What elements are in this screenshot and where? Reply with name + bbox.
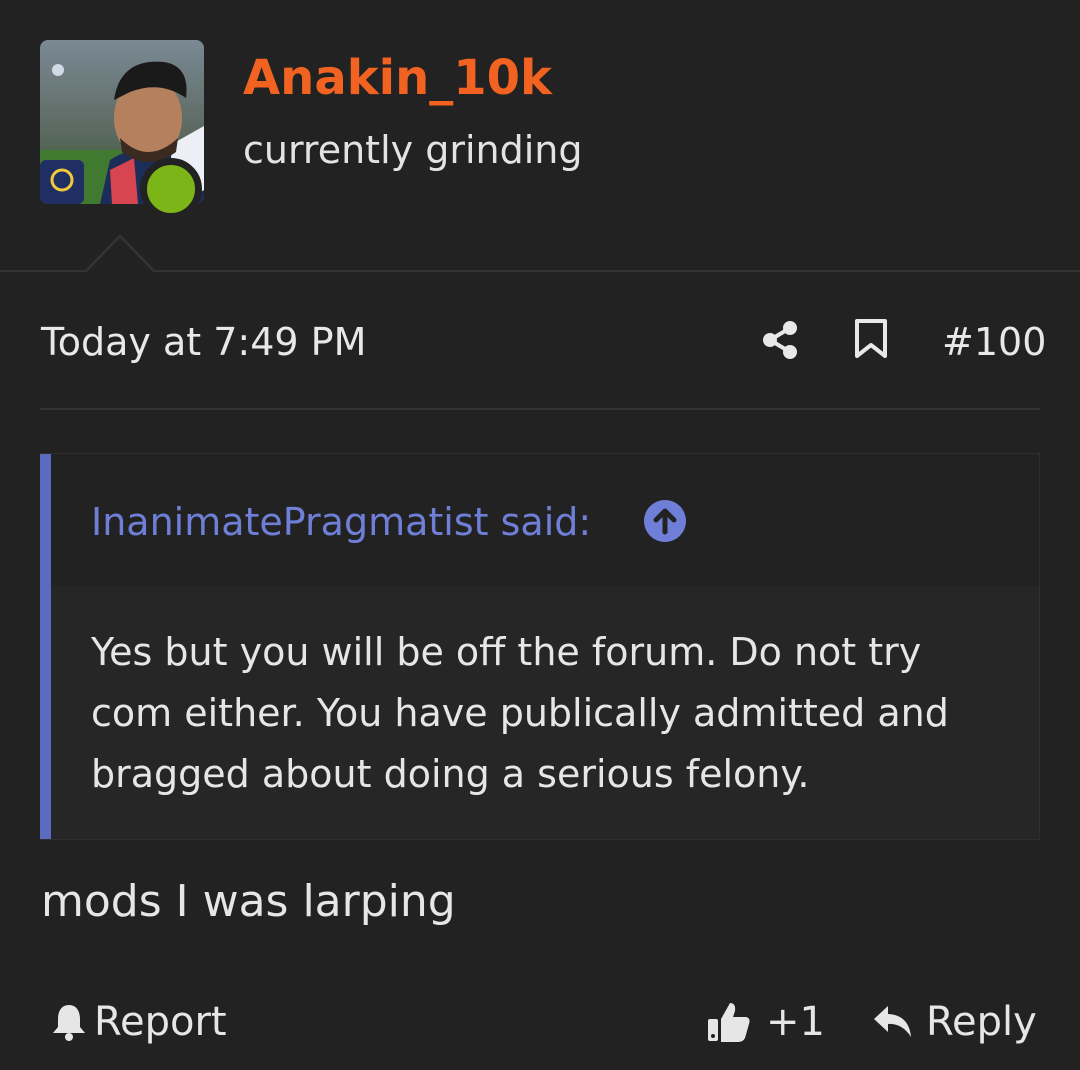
post-date[interactable]: Today at 7:49 PM [41, 318, 366, 366]
user-title: currently grinding [243, 128, 583, 172]
reply-label: Reply [926, 999, 1037, 1045]
share-icon[interactable] [760, 320, 800, 360]
report-label: Report [94, 999, 227, 1045]
bell-icon [53, 1005, 85, 1041]
reply-button[interactable]: Reply [872, 996, 1037, 1048]
header-divider [0, 270, 1080, 272]
quote-accent-bar [40, 454, 51, 839]
post-header: Anakin_10k currently grinding [0, 0, 1080, 272]
quote-author[interactable]: InanimatePragmatist said: [91, 498, 591, 546]
reply-arrow-icon [874, 1006, 911, 1037]
quote-block: InanimatePragmatist said: Yes but you wi… [40, 453, 1040, 840]
thumbs-up-icon [708, 1003, 750, 1042]
like-button[interactable]: +1 [706, 996, 825, 1048]
arrow-up-circle-icon[interactable] [644, 500, 686, 542]
bookmark-icon[interactable] [854, 318, 888, 360]
post-text: mods I was larping [41, 876, 456, 927]
quote-text: Yes but you will be off the forum. Do no… [91, 630, 949, 796]
meta-divider [40, 408, 1040, 410]
username[interactable]: Anakin_10k [243, 48, 552, 108]
report-button[interactable]: Report [50, 996, 227, 1048]
quote-header: InanimatePragmatist said: [51, 454, 1039, 586]
like-count: +1 [766, 999, 825, 1045]
quote-body: Yes but you will be off the forum. Do no… [51, 586, 1039, 839]
header-pointer-fill [87, 238, 153, 272]
online-status-indicator [140, 158, 202, 220]
post-number[interactable]: #100 [942, 318, 1046, 366]
